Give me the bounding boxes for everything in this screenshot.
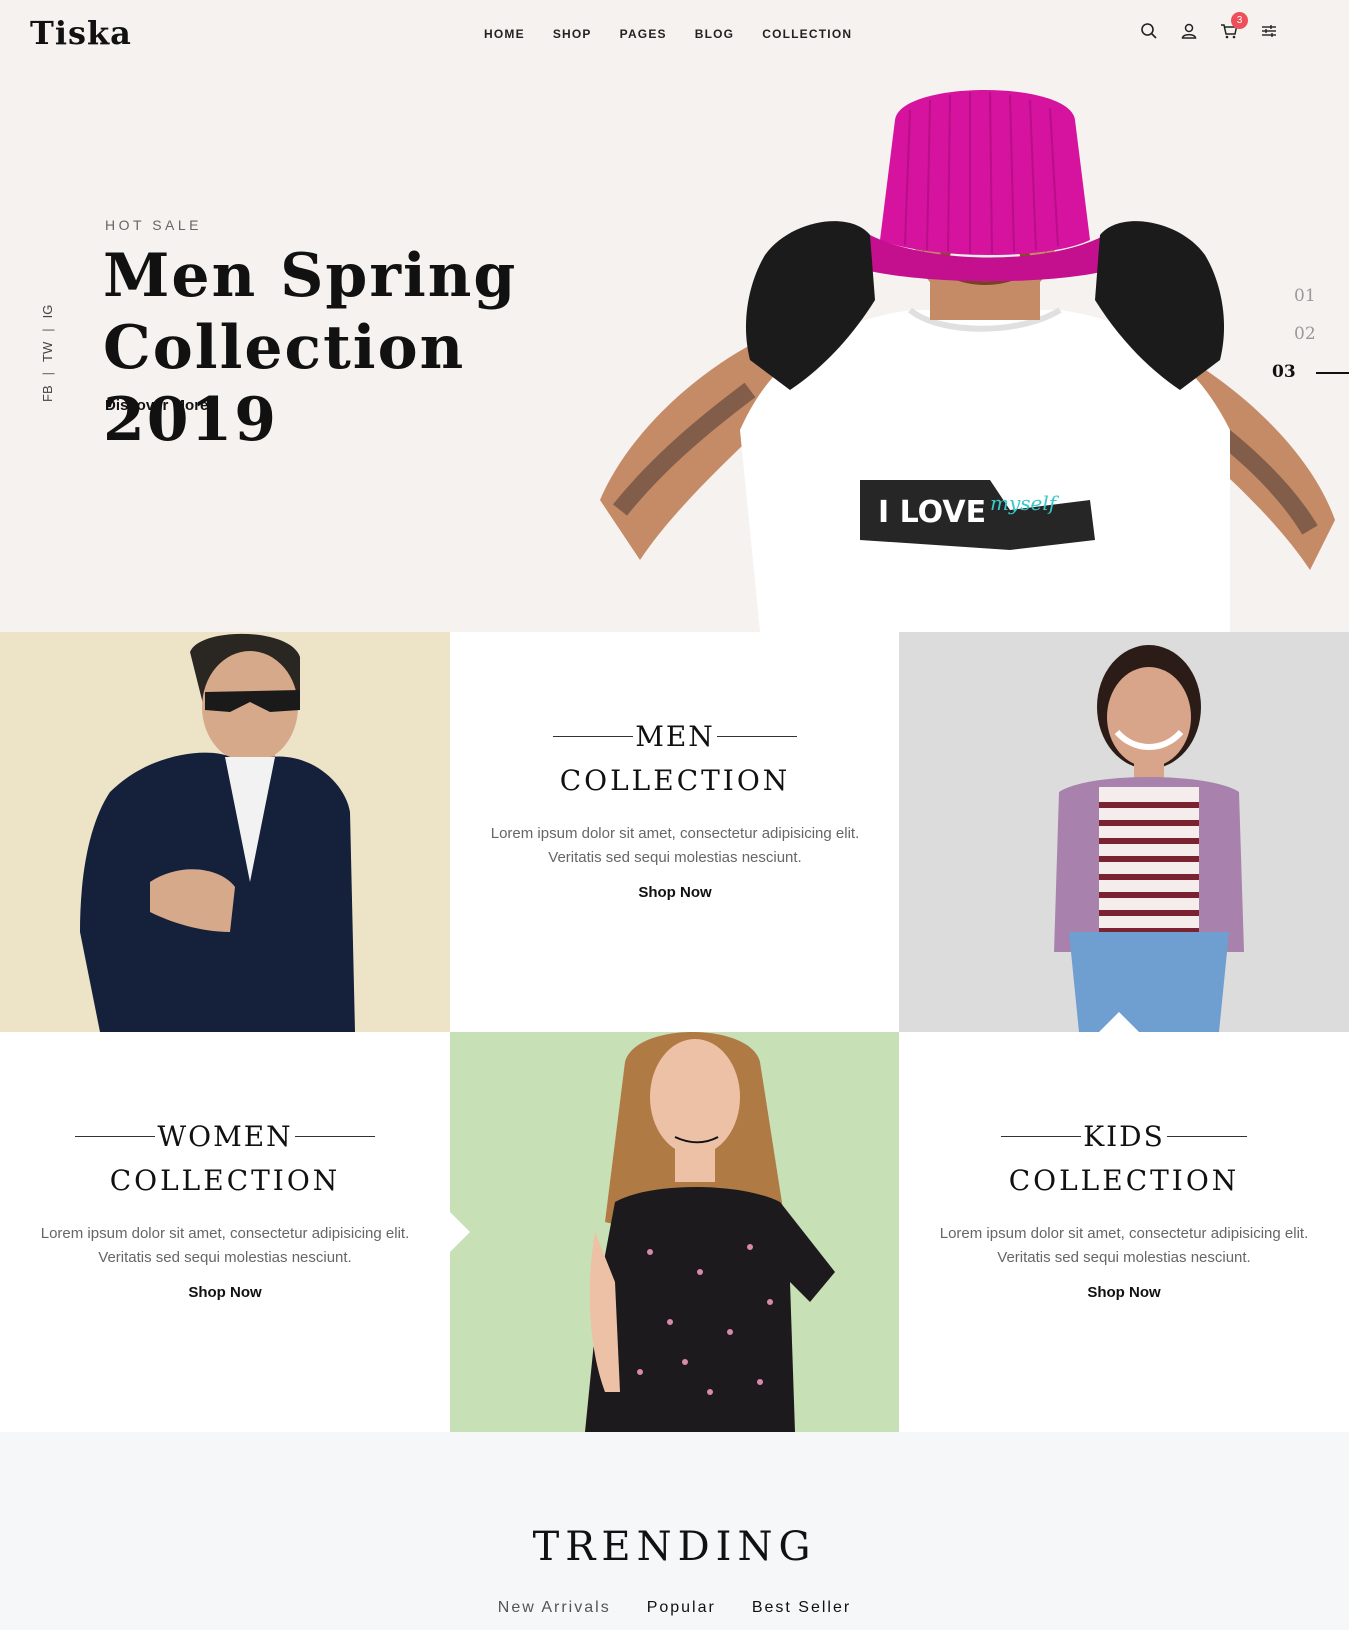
man-in-suit-image (80, 633, 355, 1032)
hero-title-line2: Collection 2019 (103, 313, 466, 455)
hero-model-image: I LOVE myself (600, 90, 1335, 632)
user-icon[interactable] (1179, 20, 1199, 42)
slide-dot-1[interactable]: 01 (1294, 286, 1349, 324)
slide-dot-2[interactable]: 02 (1294, 324, 1349, 362)
women-collection-desc: Lorem ipsum dolor sit amet, consectetur … (40, 1225, 410, 1266)
trending-tabs: New Arrivals Popular Best Seller (0, 1599, 1349, 1617)
heading-rule (75, 1136, 156, 1137)
social-ig[interactable]: IG (40, 305, 55, 319)
card-arrow (1099, 1012, 1139, 1032)
site-header: Tiska HOME SHOP PAGES BLOG COLLECTION 3 (0, 0, 1349, 70)
kids-collection-heading: KIDS (899, 1120, 1349, 1153)
nav-blog[interactable]: BLOG (695, 27, 734, 41)
site-logo[interactable]: Tiska (30, 14, 132, 52)
hero-slider: FB | TW | IG HOT SALE Men Spring Collect… (0, 70, 1349, 632)
woman-in-dress-image (585, 1032, 835, 1432)
women-collection-subheading: COLLECTION (109, 1164, 341, 1197)
discover-more-link[interactable]: Discover More (105, 397, 208, 414)
sliders-icon[interactable] (1259, 20, 1279, 42)
trending-title: TRENDING (532, 1524, 817, 1570)
kids-collection-image[interactable] (899, 632, 1349, 1032)
trending-section: TRENDING New Arrivals Popular Best Selle… (0, 1432, 1349, 1630)
nav-collection[interactable]: COLLECTION (762, 27, 852, 41)
social-tw[interactable]: TW (40, 342, 55, 362)
heading-rule (294, 1136, 375, 1137)
women-shop-now-link[interactable]: Shop Now (0, 1284, 450, 1301)
hero-kicker: HOT SALE (105, 217, 202, 233)
men-collection-desc: Lorem ipsum dolor sit amet, consectetur … (490, 825, 860, 866)
kids-shop-now-link[interactable]: Shop Now (899, 1284, 1349, 1301)
social-links: FB | TW | IG (30, 252, 55, 402)
card-arrow (450, 1212, 470, 1252)
social-fb[interactable]: FB (40, 385, 55, 402)
men-collection-heading: MEN (450, 720, 900, 753)
kids-collection-desc: Lorem ipsum dolor sit amet, consectetur … (939, 1225, 1309, 1266)
tab-popular[interactable]: Popular (647, 1599, 716, 1617)
women-collection-card: WOMEN COLLECTION Lorem ipsum dolor sit a… (0, 1032, 450, 1432)
men-collection-image[interactable] (0, 632, 450, 1032)
header-tools: 3 (1139, 12, 1279, 42)
shirt-print-script: myself (990, 491, 1060, 515)
search-icon[interactable] (1139, 20, 1159, 42)
slide-dot-3[interactable]: 03 (1272, 362, 1349, 400)
nav-pages[interactable]: PAGES (620, 27, 667, 41)
kids-title: KIDS (1083, 1120, 1165, 1153)
women-title: WOMEN (157, 1120, 293, 1153)
men-title: MEN (635, 720, 715, 753)
main-nav: HOME SHOP PAGES BLOG COLLECTION (484, 27, 852, 41)
tab-new-arrivals[interactable]: New Arrivals (498, 1599, 611, 1617)
kids-collection-card: KIDS COLLECTION Lorem ipsum dolor sit am… (899, 1032, 1349, 1432)
cart-icon[interactable]: 3 (1219, 12, 1248, 42)
men-shop-now-link[interactable]: Shop Now (450, 884, 900, 901)
heading-rule (553, 736, 634, 737)
heading-rule (716, 736, 797, 737)
nav-home[interactable]: HOME (484, 27, 525, 41)
women-collection-heading: WOMEN (0, 1120, 450, 1153)
social-separator: | (40, 328, 55, 332)
nav-shop[interactable]: SHOP (553, 27, 592, 41)
slider-pagination: 01 02 03 (1272, 286, 1349, 400)
cart-count-badge: 3 (1231, 12, 1248, 29)
women-collection-image[interactable] (450, 1032, 900, 1432)
social-separator: | (40, 371, 55, 376)
men-collection-card: MEN COLLECTION Lorem ipsum dolor sit ame… (450, 632, 900, 1032)
shirt-print-text: I LOVE (878, 495, 986, 530)
heading-rule (1166, 1136, 1247, 1137)
hero-title-line1: Men Spring (103, 241, 518, 311)
men-collection-subheading: COLLECTION (559, 764, 791, 797)
hero-title: Men Spring Collection 2019 (103, 240, 663, 456)
heading-rule (1001, 1136, 1082, 1137)
tab-best-seller[interactable]: Best Seller (752, 1599, 851, 1617)
girl-image (1054, 645, 1244, 1032)
kids-collection-subheading: COLLECTION (1008, 1164, 1240, 1197)
